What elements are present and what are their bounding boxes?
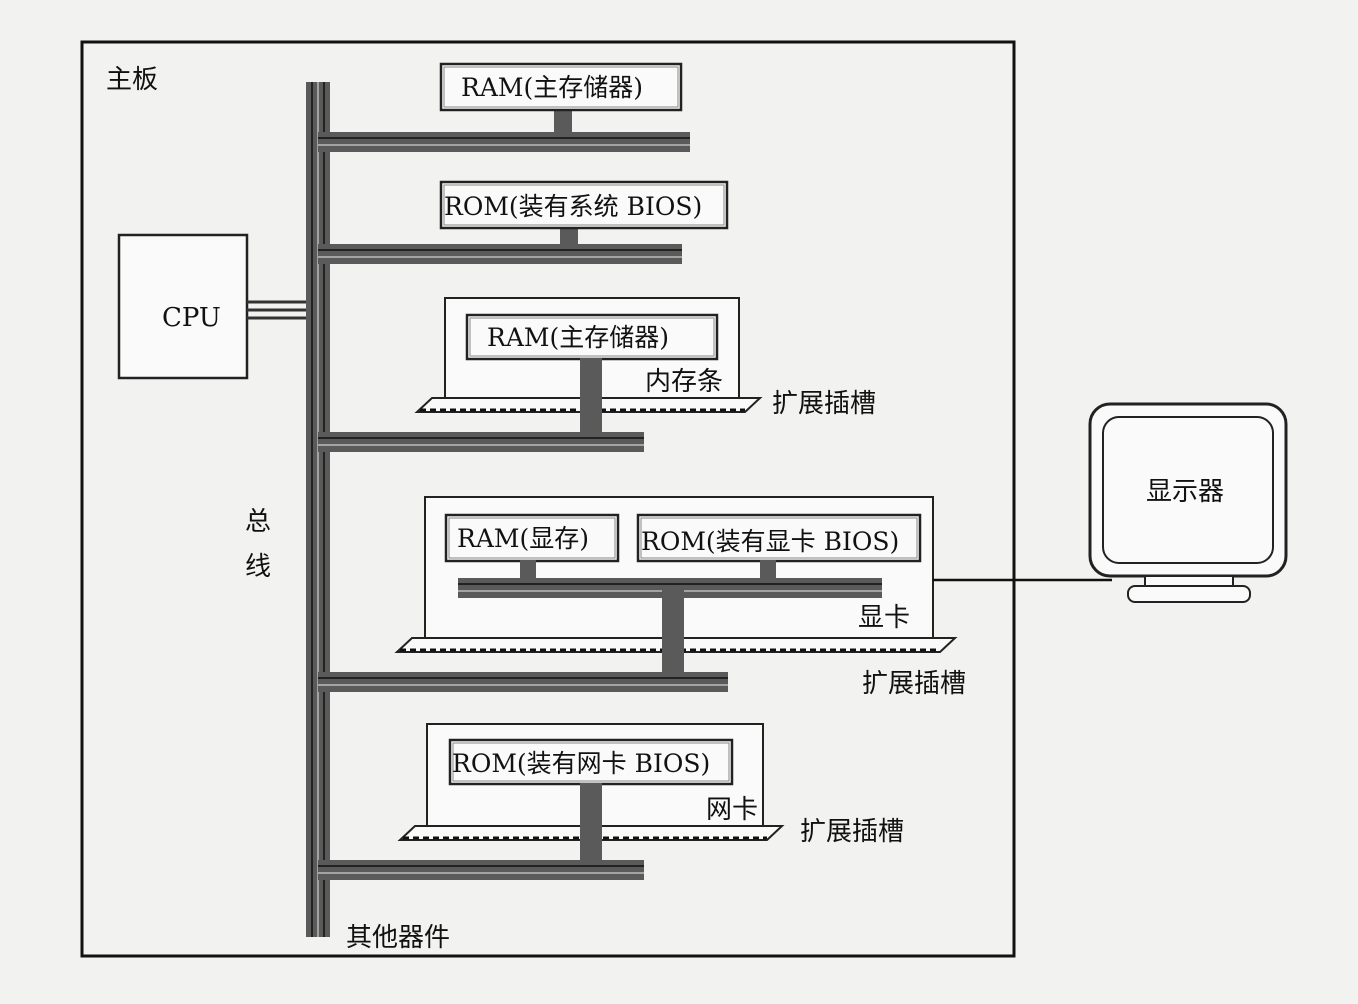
network-card-label: 网卡 <box>706 795 758 825</box>
rom-bios-label: ROM(装有系统 BIOS) <box>444 192 702 221</box>
memory-module-card-label: 内存条 <box>645 367 723 397</box>
motherboard-label: 主板 <box>106 65 158 95</box>
network-card-slot-label: 扩展插槽 <box>800 817 904 847</box>
ram-main-label: RAM(主存储器) <box>461 73 643 102</box>
graphics-rom-label: ROM(装有显卡 BIOS) <box>641 527 899 556</box>
bus-label-2: 线 <box>245 552 271 582</box>
memory-module-chip-label: RAM(主存储器) <box>487 323 669 352</box>
monitor: 显示器 <box>1088 402 1288 603</box>
graphics-ram-label: RAM(显存) <box>457 524 589 553</box>
monitor-label: 显示器 <box>1146 477 1224 507</box>
motherboard-diagram: 主板 CPU 总 线 RAM(主存储器) ROM(装有系统 BIOS) RAM(… <box>80 40 1288 958</box>
cpu-label: CPU <box>162 303 221 333</box>
cpu: CPU <box>117 233 249 380</box>
rom-bios-chip: ROM(装有系统 BIOS) <box>439 180 729 230</box>
system-bus <box>306 82 330 937</box>
bus-branch-ram <box>318 106 690 152</box>
network-rom-label: ROM(装有网卡 BIOS) <box>452 749 710 778</box>
memory-module-slot-label: 扩展插槽 <box>772 389 876 419</box>
ram-main-chip: RAM(主存储器) <box>439 62 683 112</box>
graphics-card-label: 显卡 <box>858 603 910 633</box>
bus-label-1: 总 <box>245 507 271 537</box>
bus-branch-rom <box>318 226 682 264</box>
other-devices-label: 其他器件 <box>346 923 450 953</box>
graphics-card-slot-label: 扩展插槽 <box>862 669 966 699</box>
